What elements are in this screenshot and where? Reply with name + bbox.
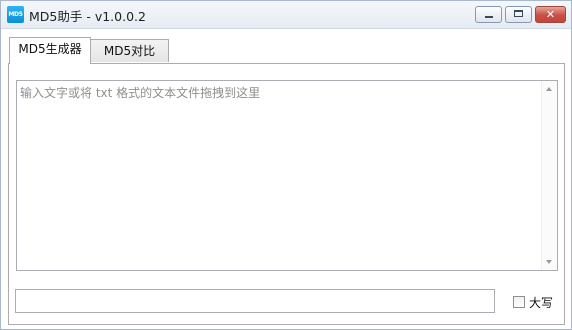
text-input-area[interactable]: 输入文字或将 txt 格式的文本文件拖拽到这里: [16, 80, 558, 271]
vertical-scrollbar[interactable]: [541, 81, 557, 270]
maximize-button[interactable]: [505, 6, 532, 23]
title-bar[interactable]: MD5 MD5助手 - v1.0.0.2 ✕: [1, 1, 571, 29]
minimize-icon: [485, 16, 493, 18]
app-window: MD5 MD5助手 - v1.0.0.2 ✕ MD5生成器 MD5对比 输入文字…: [0, 0, 572, 330]
input-placeholder: 输入文字或将 txt 格式的文本文件拖拽到这里: [20, 86, 261, 100]
close-button[interactable]: ✕: [535, 6, 566, 23]
uppercase-label[interactable]: 大写: [529, 294, 553, 311]
maximize-icon: [514, 10, 523, 17]
minimize-button[interactable]: [475, 6, 502, 23]
scroll-up-arrow-icon[interactable]: [546, 87, 552, 91]
close-icon: ✕: [545, 8, 556, 21]
window-title: MD5助手 - v1.0.0.2: [29, 9, 146, 24]
uppercase-checkbox[interactable]: [513, 296, 525, 308]
scroll-down-arrow-icon[interactable]: [546, 260, 552, 264]
app-logo-icon: MD5: [7, 6, 24, 23]
tab-md5-compare[interactable]: MD5对比: [90, 39, 169, 62]
tab-md5-generator[interactable]: MD5生成器: [9, 37, 91, 64]
md5-output-field[interactable]: [15, 289, 495, 313]
